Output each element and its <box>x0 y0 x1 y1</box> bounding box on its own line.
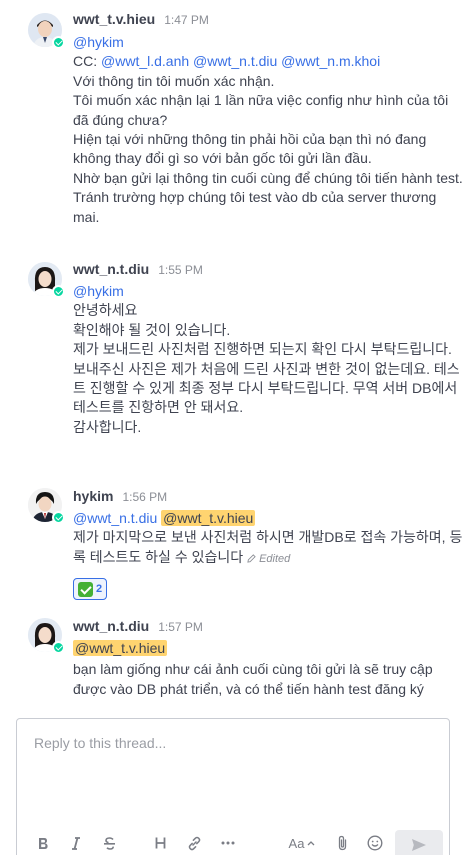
post-author[interactable]: wwt_n.t.diu <box>73 261 149 277</box>
post-body: @wwt_t.v.hieu bạn làm giống như cái ảnh … <box>73 639 465 699</box>
online-status-icon <box>52 641 65 654</box>
strikethrough-icon <box>103 836 115 850</box>
post-time[interactable]: 1:55 PM <box>158 263 203 277</box>
emoji-button[interactable] <box>365 830 385 855</box>
post-time[interactable]: 1:57 PM <box>158 620 203 634</box>
reaction-button[interactable]: 2 <box>73 578 108 600</box>
post-line: 제가 보내드린 사진처럼 진행하면 되는지 확인 다시 부탁드립니다. <box>73 341 452 358</box>
post-line: Nhờ bạn gửi lại thông tin cuối cùng để c… <box>73 169 463 225</box>
reply-input[interactable] <box>17 719 449 815</box>
more-formatting-button[interactable] <box>217 830 239 855</box>
post-line: 보내주신 사진은 제가 처음에 드린 사진과 변한 것이 없는데요. 테스트 진… <box>73 360 460 416</box>
send-icon <box>412 839 426 851</box>
italic-icon <box>72 836 80 850</box>
link-button[interactable] <box>183 830 205 855</box>
chevron-up-icon <box>307 841 315 846</box>
avatar[interactable] <box>28 488 65 524</box>
post-line: Hiện tại với những thông tin phải hồi củ… <box>73 131 427 167</box>
italic-button[interactable] <box>66 830 86 855</box>
post-line: Với thông tin tôi muốn xác nhận. <box>73 72 275 89</box>
post-author[interactable]: wwt_n.t.diu <box>73 618 149 634</box>
pencil-icon <box>247 554 256 563</box>
post-body: @hykim 안녕하세요 확인해야 될 것이 있습니다. 제가 보내드린 사진처… <box>73 282 465 437</box>
mention-link[interactable]: @wwt_l.d.anh @wwt_n.t.diu @wwt_n.m.khoi <box>101 53 380 69</box>
cc-label: CC: <box>73 53 98 70</box>
formatting-toolbar: Aa <box>17 830 449 855</box>
attach-button[interactable] <box>332 830 352 855</box>
post-line: bạn làm giống như cái ảnh cuối cùng tôi … <box>73 661 433 697</box>
reply-composer: Aa <box>16 718 450 855</box>
post-author[interactable]: hykim <box>73 488 113 504</box>
post-time[interactable]: 1:56 PM <box>122 490 167 504</box>
edited-indicator: Edited <box>247 553 290 565</box>
avatar[interactable] <box>28 13 65 49</box>
mention-link[interactable]: @wwt_n.t.diu <box>73 510 157 526</box>
post-line: 확인해야 될 것이 있습니다. <box>73 321 231 338</box>
mention-link[interactable]: @hykim <box>73 283 124 299</box>
post-author[interactable]: wwt_t.v.hieu <box>73 11 155 27</box>
post-body: @hykim CC: @wwt_l.d.anh @wwt_n.t.diu @ww… <box>73 33 465 227</box>
reaction-count: 2 <box>96 583 103 595</box>
post-time[interactable]: 1:47 PM <box>164 13 209 27</box>
heading-button[interactable] <box>150 830 170 855</box>
emoji-icon <box>367 835 383 851</box>
bold-button[interactable] <box>33 830 53 855</box>
font-size-toggle[interactable]: Aa <box>282 830 322 855</box>
online-status-icon <box>52 511 65 524</box>
thread-view: wwt_t.v.hieu 1:47 PM @hykim CC: @wwt_l.d… <box>0 0 474 712</box>
strikethrough-button[interactable] <box>99 830 119 855</box>
post-line: 감사합니다. <box>73 418 142 435</box>
post-line: 안녕하세요 <box>73 302 138 319</box>
post-body: @wwt_n.t.diu @wwt_t.v.hieu 제가 마지막으로 보낸 사… <box>73 509 465 569</box>
white-check-mark-icon <box>78 581 93 597</box>
mention-link[interactable]: @hykim <box>73 34 124 50</box>
mention-link-highlighted[interactable]: @wwt_t.v.hieu <box>161 510 256 526</box>
send-button[interactable] <box>395 830 443 855</box>
avatar[interactable] <box>28 618 65 654</box>
heading-icon <box>155 837 165 849</box>
bold-icon <box>39 837 48 849</box>
post-line: Tôi muốn xác nhận lại 1 lần nữa việc con… <box>73 92 449 128</box>
more-horizontal-icon <box>221 841 235 845</box>
online-status-icon <box>52 36 65 49</box>
link-icon <box>188 836 200 850</box>
online-status-icon <box>52 285 65 298</box>
avatar[interactable] <box>28 262 65 298</box>
font-size-label: Aa <box>288 835 305 851</box>
paperclip-icon <box>338 835 346 851</box>
mention-link-highlighted[interactable]: @wwt_t.v.hieu <box>73 640 168 656</box>
